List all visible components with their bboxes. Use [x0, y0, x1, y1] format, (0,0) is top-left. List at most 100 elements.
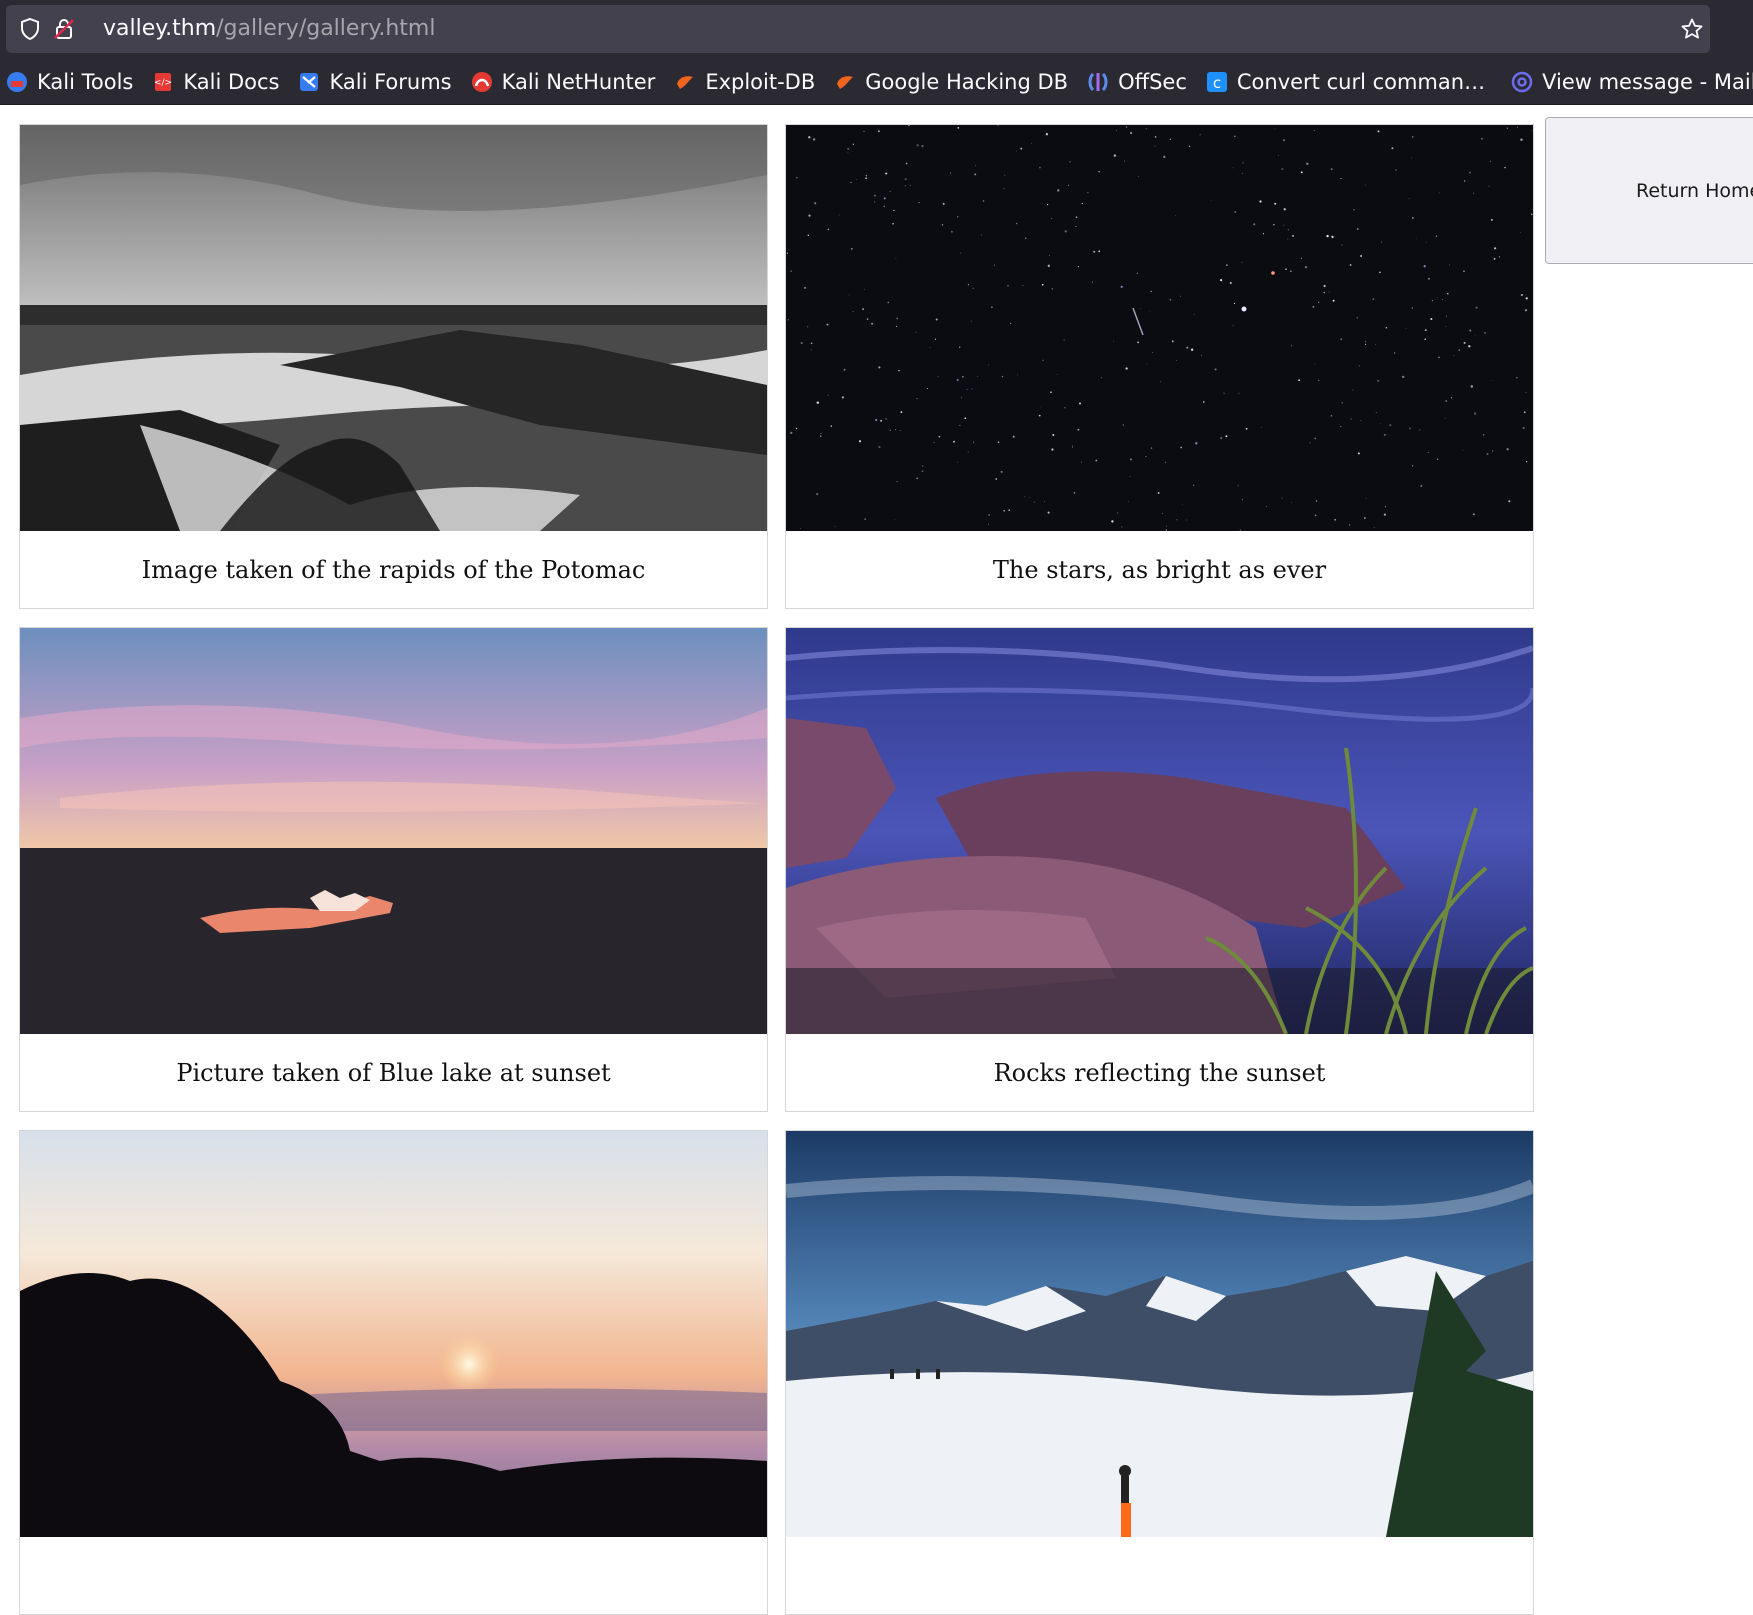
star-dot: [808, 214, 811, 217]
bookmark-offsec[interactable]: OffSec: [1087, 70, 1187, 94]
star-dot: [1483, 434, 1485, 436]
star-dot: [1525, 297, 1528, 300]
star-dot: [1169, 298, 1172, 301]
svg-text:</>: </>: [154, 78, 172, 88]
kali-tools-icon: [7, 72, 27, 92]
star-dot: [847, 152, 849, 154]
bookmark-kali-forums[interactable]: Kali Forums: [298, 70, 452, 94]
star-dot: [1442, 299, 1443, 300]
star-dot: [1007, 285, 1009, 287]
svg-text:c: c: [1213, 74, 1221, 92]
star-dot: [988, 514, 990, 516]
bookmark-star-icon[interactable]: [1680, 17, 1704, 41]
star-dot: [1214, 368, 1217, 371]
star-dot: [1309, 442, 1311, 444]
star-dot: [993, 264, 995, 266]
star-dot: [1356, 228, 1359, 230]
star-dot: [991, 306, 993, 308]
star-dot: [1377, 379, 1380, 382]
star-dot: [1391, 147, 1394, 150]
star-dot: [1463, 341, 1466, 344]
gallery-card: [19, 1130, 768, 1615]
star-dot: [1438, 192, 1440, 194]
star-dot: [1041, 283, 1044, 286]
star-dot: [1314, 363, 1316, 365]
bookmark-mailtm[interactable]: View message - Mail.tm: [1511, 70, 1753, 94]
star-dot: [1353, 209, 1355, 211]
star-dot: [1001, 375, 1004, 378]
bookmark-kali-docs[interactable]: </> Kali Docs: [152, 70, 279, 94]
star-dot: [1489, 160, 1492, 162]
address-bar[interactable]: valley.thm/gallery/gallery.html: [6, 5, 1710, 53]
bookmark-curl-converter[interactable]: c Convert curl comman…: [1206, 70, 1485, 94]
star-dot: [874, 201, 876, 203]
photo-caption: Picture taken of Blue lake at sunset: [176, 1058, 611, 1087]
star-dot: [1408, 427, 1411, 430]
bookmark-kali-nethunter[interactable]: Kali NetHunter: [471, 70, 656, 94]
url-text[interactable]: valley.thm/gallery/gallery.html: [103, 17, 435, 41]
star-dot: [974, 173, 977, 176]
star-dot: [806, 326, 809, 328]
bookmark-kali-tools[interactable]: Kali Tools: [6, 70, 133, 94]
bookmark-exploit-db[interactable]: Exploit-DB: [674, 70, 815, 94]
star-dot: [1435, 235, 1438, 237]
star-dot: [786, 252, 788, 254]
star-dot: [988, 523, 989, 525]
star-dot: [1201, 354, 1203, 356]
star-dot: [921, 470, 924, 473]
star-dot: [1130, 131, 1133, 135]
star-dot: [790, 431, 793, 435]
bookmark-label: Google Hacking DB: [865, 70, 1069, 94]
star-dot: [875, 418, 878, 422]
star-dot: [855, 178, 857, 180]
star-dot: [1356, 317, 1359, 319]
star-dot: [1357, 452, 1360, 455]
shield-icon[interactable]: [18, 17, 42, 41]
star-dot: [1402, 375, 1405, 379]
bookmark-label: Kali NetHunter: [501, 70, 656, 94]
star-dot: [1472, 513, 1475, 516]
star-dot: [1315, 500, 1318, 502]
star-dot: [1063, 339, 1065, 341]
star-dot: [796, 177, 798, 179]
star-dot: [1165, 461, 1166, 463]
star-dot: [1493, 257, 1496, 260]
star-dot: [1045, 133, 1049, 136]
star-dot: [1266, 505, 1268, 507]
star-dot: [1145, 128, 1147, 130]
star-dot: [1424, 329, 1427, 332]
star-dot: [1411, 307, 1413, 309]
star-dot: [790, 270, 793, 272]
star-dot: [937, 376, 939, 378]
star-dot: [1154, 145, 1156, 147]
star-dot: [918, 202, 920, 204]
star-dot: [883, 205, 885, 207]
star-dot: [1186, 519, 1188, 521]
star-dot: [1195, 442, 1198, 445]
star-dot: [915, 331, 917, 333]
star-dot: [1469, 329, 1472, 332]
star-dot: [887, 301, 890, 304]
star-dot: [863, 288, 865, 290]
star-dot: [905, 162, 908, 165]
star-dot: [1306, 162, 1309, 165]
star-dot: [956, 378, 959, 382]
star-dot: [1071, 445, 1073, 447]
star-dot: [816, 492, 819, 496]
star-dot: [1038, 166, 1041, 169]
star-dot: [808, 136, 811, 139]
star-dot: [1437, 297, 1439, 298]
gallery-card: [785, 1130, 1534, 1615]
star-dot: [885, 418, 887, 420]
star-dot: [820, 433, 822, 435]
star-dot: [1253, 223, 1256, 226]
star-dot: [1017, 374, 1018, 376]
star-dot: [1175, 215, 1176, 217]
star-dot: [1504, 166, 1506, 169]
star-dot: [1287, 238, 1289, 240]
star-dot: [1491, 450, 1494, 452]
bookmark-ghdb[interactable]: Google Hacking DB: [834, 70, 1068, 94]
return-home-button[interactable]: Return Home: [1545, 117, 1753, 264]
star-dot: [959, 424, 961, 426]
lock-warning-icon[interactable]: [52, 17, 76, 41]
